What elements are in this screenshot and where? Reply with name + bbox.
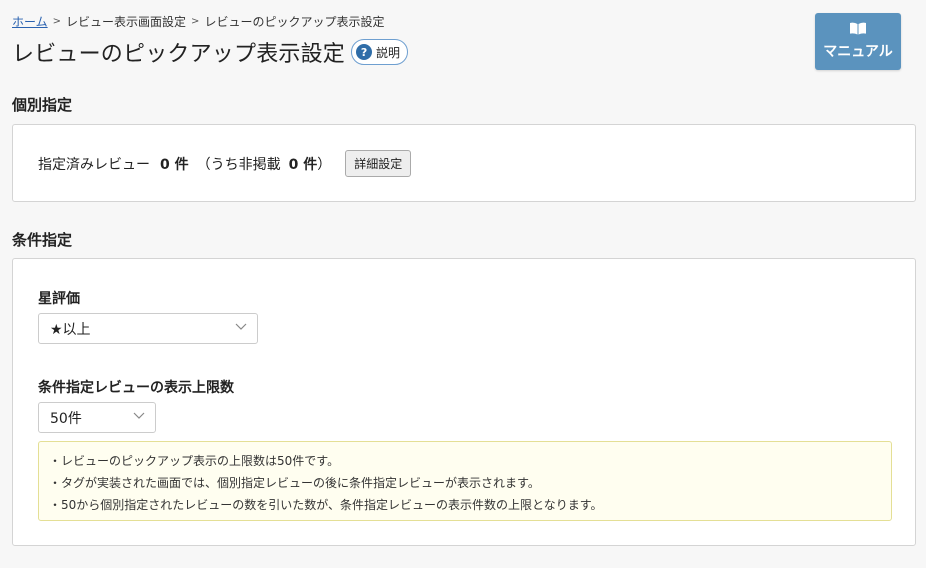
breadcrumb-item-review-display: レビュー表示画面設定: [66, 15, 187, 29]
limit-label: 条件指定レビューの表示上限数: [38, 380, 234, 396]
limit-select-value: 50件: [50, 410, 82, 427]
rating-select-value: ★以上: [50, 321, 91, 338]
hidden-count: 0 件: [288, 156, 318, 173]
rating-select[interactable]: ★以上: [38, 313, 258, 344]
manual-button[interactable]: マニュアル: [815, 13, 901, 70]
notice-item: レビューのピックアップ表示の上限数は50件です。: [49, 450, 891, 472]
paren-close: ）: [317, 156, 332, 173]
breadcrumb-item-current: レビューのピックアップ表示設定: [204, 15, 385, 29]
specified-reviews-label: 指定済みレビュー: [38, 156, 150, 173]
page-title: レビューのピックアップ表示設定: [12, 42, 346, 67]
limit-select[interactable]: 50件: [38, 402, 156, 433]
manual-button-label: マニュアル: [823, 44, 893, 60]
individual-section-heading: 個別指定: [12, 96, 73, 114]
detail-settings-button[interactable]: 詳細設定: [345, 150, 412, 177]
breadcrumb-separator: >: [191, 16, 200, 27]
question-icon: ?: [356, 44, 373, 60]
breadcrumb: ホーム > レビュー表示画面設定 > レビューのピックアップ表示設定: [12, 13, 384, 30]
book-icon: [850, 22, 866, 35]
condition-card: 星評価 ★以上 条件指定レビューの表示上限数 50件 レビューのピックアップ表示…: [12, 258, 916, 546]
rating-label: 星評価: [38, 291, 80, 307]
specified-reviews-row: 指定済みレビュー 0 件 （うち非掲載 0 件 ） 詳細設定: [38, 150, 412, 177]
page: ホーム > レビュー表示画面設定 > レビューのピックアップ表示設定 レビューの…: [0, 0, 926, 568]
help-button[interactable]: ? 説明: [351, 39, 409, 65]
condition-section-heading: 条件指定: [12, 231, 73, 249]
specified-count: 0 件: [160, 156, 189, 173]
breadcrumb-home-link[interactable]: ホーム: [12, 13, 48, 30]
breadcrumb-separator: >: [52, 16, 62, 27]
chevron-down-icon: [133, 412, 145, 419]
hidden-label: （うち非掲載: [196, 156, 281, 173]
notice-item: 50から個別指定されたレビューの数を引いた数が、条件指定レビューの表示件数の上限…: [49, 494, 891, 516]
individual-card: 指定済みレビュー 0 件 （うち非掲載 0 件 ） 詳細設定: [12, 124, 916, 202]
chevron-down-icon: [235, 323, 247, 330]
title-row: レビューのピックアップ表示設定 ? 説明: [12, 36, 409, 68]
notice-box: レビューのピックアップ表示の上限数は50件です。 タグが実装された画面では、個別…: [38, 441, 892, 521]
notice-item: タグが実装された画面では、個別指定レビューの後に条件指定レビューが表示されます。: [49, 472, 891, 494]
help-button-label: 説明: [376, 45, 401, 60]
